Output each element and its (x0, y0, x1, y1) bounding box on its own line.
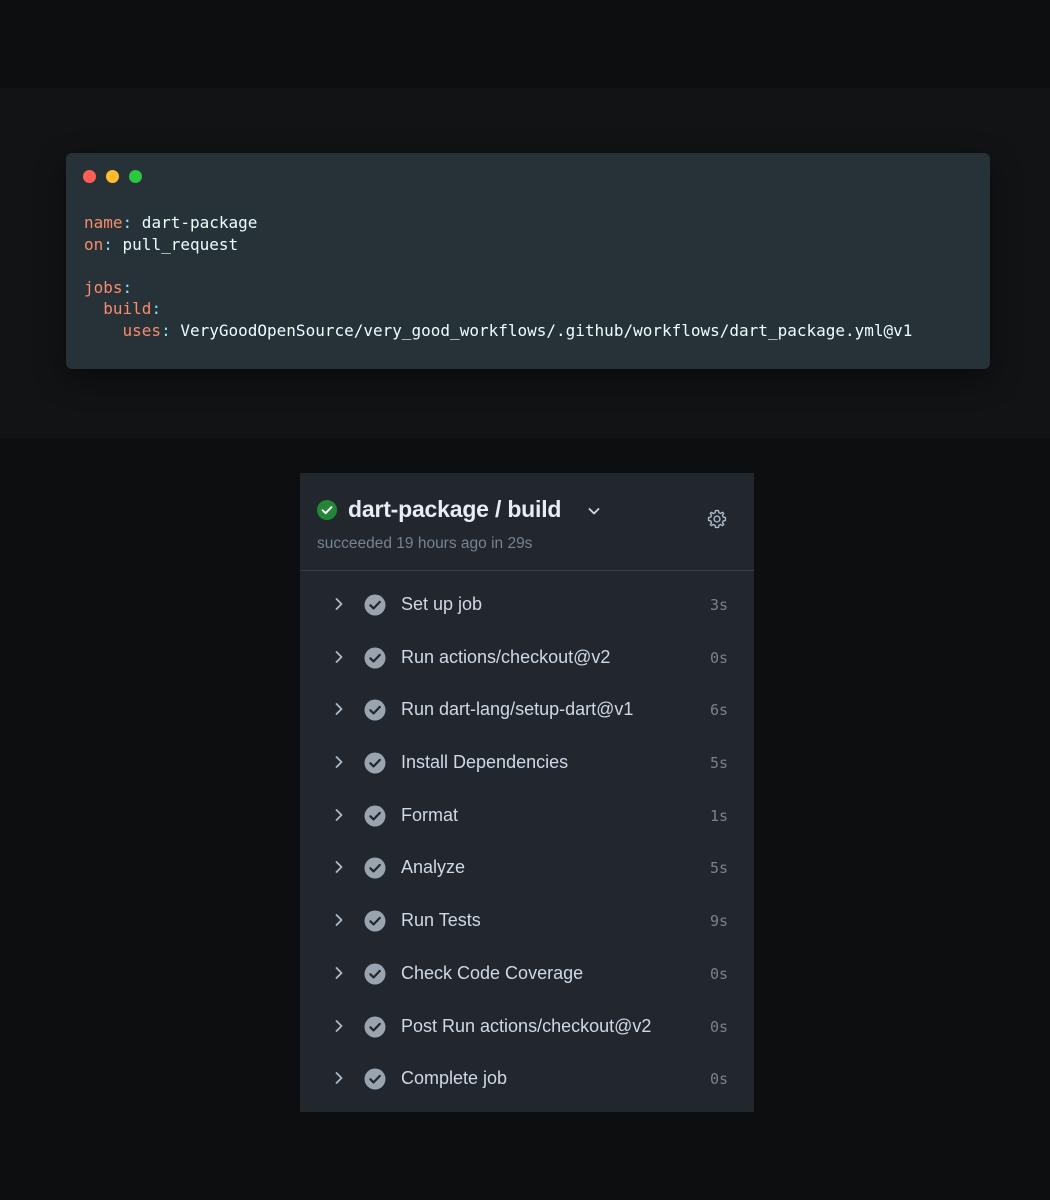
step-duration: 9s (709, 912, 728, 931)
code-key: jobs (84, 277, 123, 297)
code-punct: : (122, 213, 133, 232)
chevron-down-icon[interactable] (586, 503, 602, 519)
step-duration: 1s (709, 806, 728, 825)
step-name: Format (401, 804, 459, 825)
step-name: Set up job (401, 594, 483, 614)
step-row[interactable]: Format 1s (300, 790, 754, 843)
job-title[interactable]: dart-package / build (348, 496, 561, 523)
code-key: name (84, 213, 123, 232)
step-name: Post Run actions/checkout@v2 (401, 1015, 652, 1036)
step-row[interactable]: Complete job 0s (300, 1053, 754, 1106)
step-success-icon (364, 594, 386, 616)
step-success-icon (364, 752, 386, 774)
chevron-right-icon[interactable] (332, 965, 346, 981)
chevron-right-icon[interactable] (332, 1070, 346, 1086)
step-duration: 0s (709, 648, 728, 667)
step-row[interactable]: Post Run actions/checkout@v2 0s (300, 1001, 754, 1054)
step-duration: 6s (709, 701, 728, 720)
step-name: Complete job (401, 1068, 508, 1089)
step-row[interactable]: Run dart-lang/setup-dart@v1 6s (300, 684, 754, 737)
code-punct: : (151, 299, 162, 318)
step-row[interactable]: Run actions/checkout@v2 0s (300, 632, 754, 685)
step-success-icon (364, 805, 386, 827)
code-punct: : (103, 234, 113, 254)
chevron-right-icon[interactable] (332, 596, 346, 612)
chevron-right-icon[interactable] (332, 701, 346, 717)
step-row[interactable]: Analyze 5s (300, 842, 754, 895)
step-name: Run Tests (401, 910, 481, 931)
steps-list: Set up job 3s Run actions/checkout@v2 0s Run… (300, 579, 754, 1106)
step-name: Install Dependencies (401, 752, 569, 773)
step-duration: 3s (709, 596, 728, 614)
chevron-right-icon[interactable] (332, 649, 346, 665)
step-row[interactable]: Check Code Coverage 0s (300, 948, 754, 1001)
code-value: dart-package (132, 213, 258, 232)
step-duration: 5s (709, 859, 728, 878)
chevron-right-icon[interactable] (332, 912, 346, 928)
code-key: build (103, 299, 152, 318)
job-panel: dart-package / build succeeded 19 hours … (300, 473, 754, 1112)
workflow-yaml-code: name: dart-package on: pull_request jobs: … (84, 212, 912, 341)
step-duration: 0s (709, 1017, 728, 1036)
job-header: dart-package / build succeeded 19 hours … (300, 473, 754, 571)
step-success-icon (364, 1068, 386, 1090)
step-name: Check Code Coverage (401, 962, 584, 983)
step-row[interactable]: Install Dependencies 5s (300, 737, 754, 790)
step-duration: 5s (709, 754, 728, 773)
code-value: pull_request (112, 234, 239, 254)
step-success-icon (364, 647, 386, 669)
code-line: name: dart-package (84, 212, 912, 234)
step-success-icon (364, 1016, 386, 1037)
step-row[interactable]: Set up job 3s (300, 579, 754, 632)
maximize-dot (129, 170, 142, 183)
chevron-right-icon[interactable] (332, 1018, 346, 1034)
step-success-icon (364, 910, 386, 932)
minimize-dot (106, 170, 119, 183)
code-punct: : (122, 277, 133, 297)
close-dot (83, 170, 96, 183)
job-status-subtitle: succeeded 19 hours ago in 29s (317, 535, 533, 552)
code-line: build: (84, 298, 912, 320)
chevron-right-icon[interactable] (332, 754, 346, 770)
code-key: uses (122, 320, 162, 340)
step-name: Run dart-lang/setup-dart@v1 (401, 699, 634, 720)
window-controls (83, 170, 142, 183)
step-duration: 0s (709, 1070, 728, 1089)
code-punct: : (161, 320, 171, 340)
chevron-right-icon[interactable] (332, 807, 346, 823)
step-duration: 0s (709, 964, 728, 983)
code-line: on: pull_request (84, 234, 912, 256)
step-row[interactable]: Run Tests 9s (300, 895, 754, 948)
code-value: VeryGoodOpenSource/very_good_workflows/.… (170, 320, 913, 340)
step-success-icon (364, 963, 386, 985)
step-name: Analyze (401, 857, 466, 878)
code-line: uses: VeryGoodOpenSource/very_good_workf… (84, 320, 913, 342)
chevron-right-icon[interactable] (332, 859, 346, 875)
step-name: Run actions/checkout@v2 (401, 646, 611, 667)
code-line: jobs: (84, 277, 912, 299)
step-success-icon (364, 699, 386, 721)
step-success-icon (364, 857, 386, 879)
check-circle-icon (317, 500, 337, 520)
code-key: on (84, 234, 104, 254)
gear-icon[interactable] (706, 508, 728, 530)
